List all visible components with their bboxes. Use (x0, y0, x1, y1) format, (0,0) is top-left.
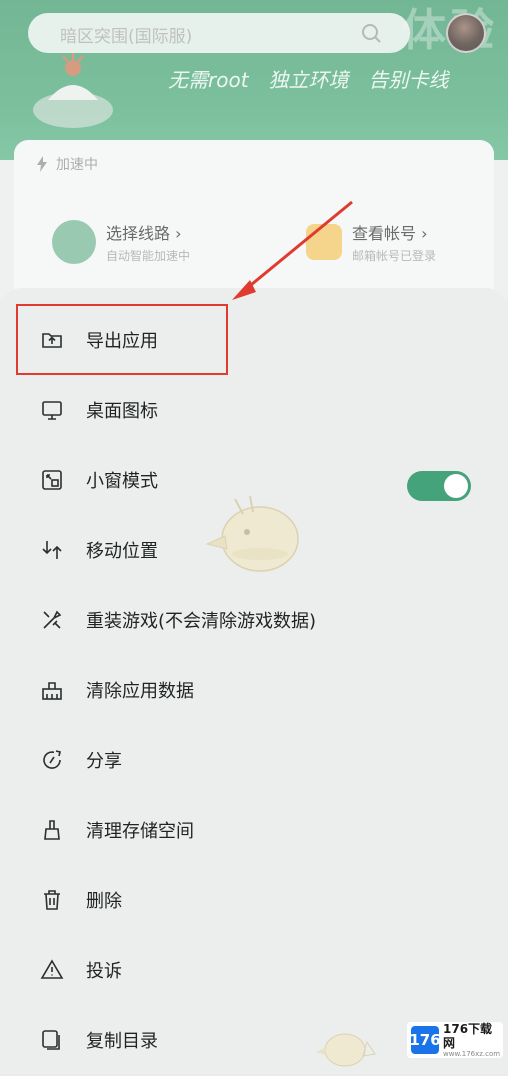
menu-label: 重装游戏(不会清除游戏数据) (86, 611, 317, 632)
clean-storage-icon (44, 820, 60, 840)
dim-overlay (0, 0, 508, 300)
watermark-bird-icon (205, 495, 299, 572)
float-window-icon (42, 470, 62, 490)
menu-label: 删除 (86, 891, 122, 912)
menu-label: 投诉 (86, 961, 122, 982)
site-url: www.176xz.com (443, 1049, 501, 1058)
menu-item-share[interactable]: 分享 (0, 726, 508, 796)
action-sheet: 导出应用 桌面图标 小窗模式 移动位置 重装游戏(不会清除游戏数据) 清除应用数… (0, 288, 508, 1074)
menu-label: 清除应用数据 (86, 681, 194, 702)
trash-icon (44, 890, 60, 910)
clear-data-icon (42, 682, 62, 700)
menu-item-clear-data[interactable]: 清除应用数据 (0, 656, 508, 726)
menu-label: 移动位置 (86, 541, 158, 562)
float-window-toggle[interactable] (407, 471, 471, 501)
reinstall-icon (43, 610, 62, 629)
highlight-box (16, 304, 228, 375)
toggle-knob (444, 474, 468, 498)
menu-label: 复制目录 (86, 1031, 158, 1052)
menu-item-reinstall[interactable]: 重装游戏(不会清除游戏数据) (0, 586, 508, 656)
copy-icon (42, 1030, 60, 1050)
menu-item-delete[interactable]: 删除 (0, 866, 508, 936)
desktop-icon (42, 401, 62, 420)
menu-label: 小窗模式 (86, 471, 158, 492)
menu-item-clean-storage[interactable]: 清理存储空间 (0, 796, 508, 866)
warning-icon (40, 959, 64, 979)
move-icon (42, 541, 62, 559)
menu-item-report[interactable]: 投诉 (0, 936, 508, 1006)
menu-label: 桌面图标 (86, 401, 158, 422)
menu-label: 清理存储空间 (86, 821, 194, 842)
menu-item-desktop-icon[interactable]: 桌面图标 (0, 376, 508, 446)
site-name: 176下载网 (443, 1021, 493, 1050)
site-watermark-logo: 176 176下载网 www.176xz.com (407, 1022, 503, 1058)
watermark-small-bird-icon (316, 1033, 376, 1067)
share-icon (43, 750, 61, 769)
menu-label: 分享 (86, 751, 122, 772)
site-badge: 176 (409, 1026, 441, 1054)
